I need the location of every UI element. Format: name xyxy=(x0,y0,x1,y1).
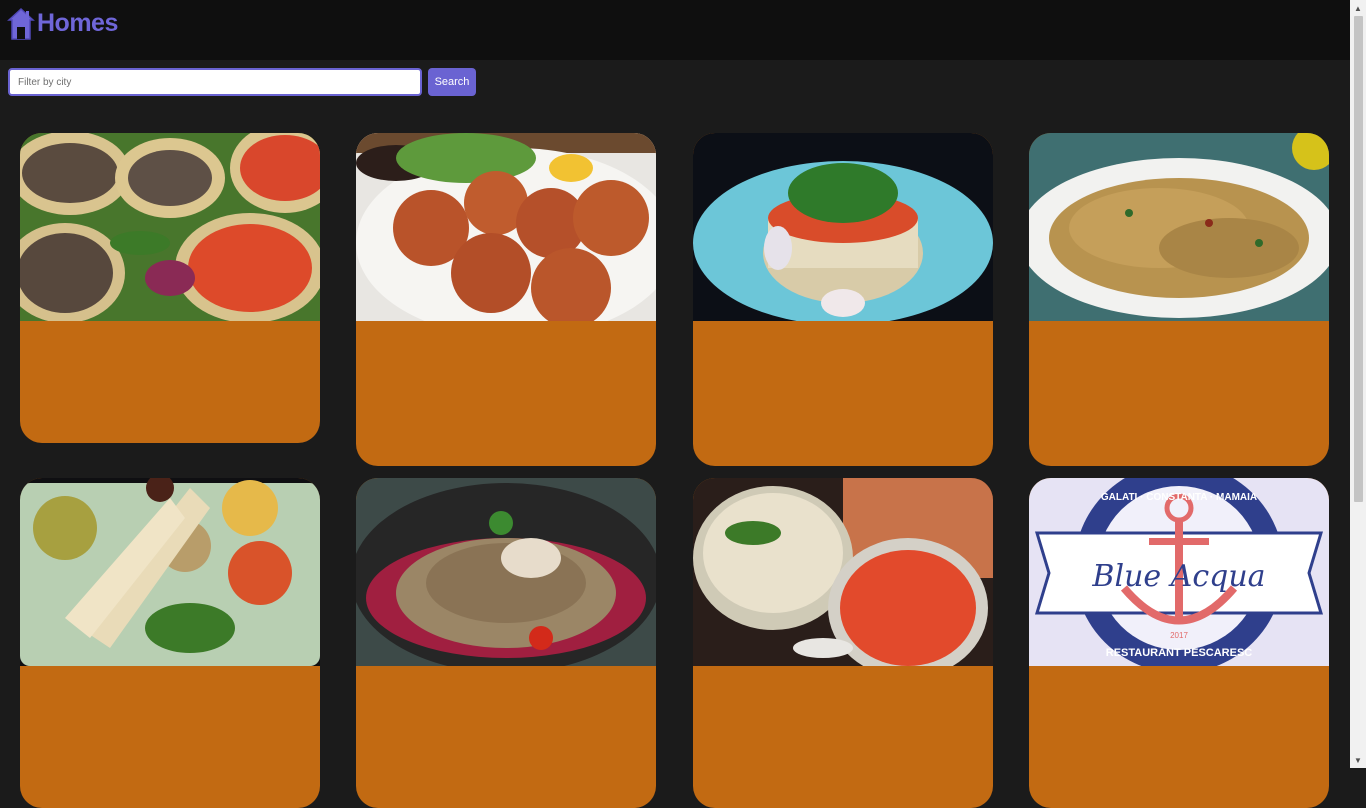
card[interactable]: Blue Acqua RESTAURANT PESCARESC GALATI ·… xyxy=(1029,478,1329,808)
scroll-down-arrow-icon[interactable]: ▼ xyxy=(1350,752,1366,768)
search-button[interactable]: Search xyxy=(428,68,476,96)
brand[interactable]: Homes xyxy=(7,7,118,41)
svg-text:2017: 2017 xyxy=(1170,631,1188,640)
card-photo-tartare xyxy=(693,133,993,321)
card-photo-bruschetta xyxy=(20,133,320,321)
svg-text:Blue Acqua: Blue Acqua xyxy=(1091,559,1265,594)
card-photo-risotto xyxy=(356,478,656,666)
scrollbar-thumb[interactable] xyxy=(1354,16,1363,502)
card[interactable] xyxy=(356,478,656,808)
card-photo-fried-balls xyxy=(356,133,656,321)
card-photo-spaghetti xyxy=(1029,133,1329,321)
card[interactable] xyxy=(693,133,993,466)
svg-text:GALATI · CONSTANTA · MAMAIA: GALATI · CONSTANTA · MAMAIA xyxy=(1101,492,1257,503)
card[interactable] xyxy=(20,133,320,443)
brand-name: Homes xyxy=(37,8,118,37)
home-icon xyxy=(7,7,35,41)
card-photo-dips-platter xyxy=(20,478,320,666)
svg-text:RESTAURANT PESCARESC: RESTAURANT PESCARESC xyxy=(1106,647,1253,659)
card[interactable] xyxy=(356,133,656,466)
card[interactable] xyxy=(1029,133,1329,466)
vertical-scrollbar[interactable]: ▲ ▼ xyxy=(1350,0,1366,768)
card-photo-hummus-tomato xyxy=(693,478,993,666)
card[interactable] xyxy=(20,478,320,808)
card-photo-blue-acqua-logo: Blue Acqua RESTAURANT PESCARESC GALATI ·… xyxy=(1029,478,1329,666)
city-filter-input[interactable] xyxy=(8,68,422,96)
top-bar: Homes xyxy=(0,0,1350,60)
scroll-up-arrow-icon[interactable]: ▲ xyxy=(1350,0,1366,16)
card[interactable] xyxy=(693,478,993,808)
